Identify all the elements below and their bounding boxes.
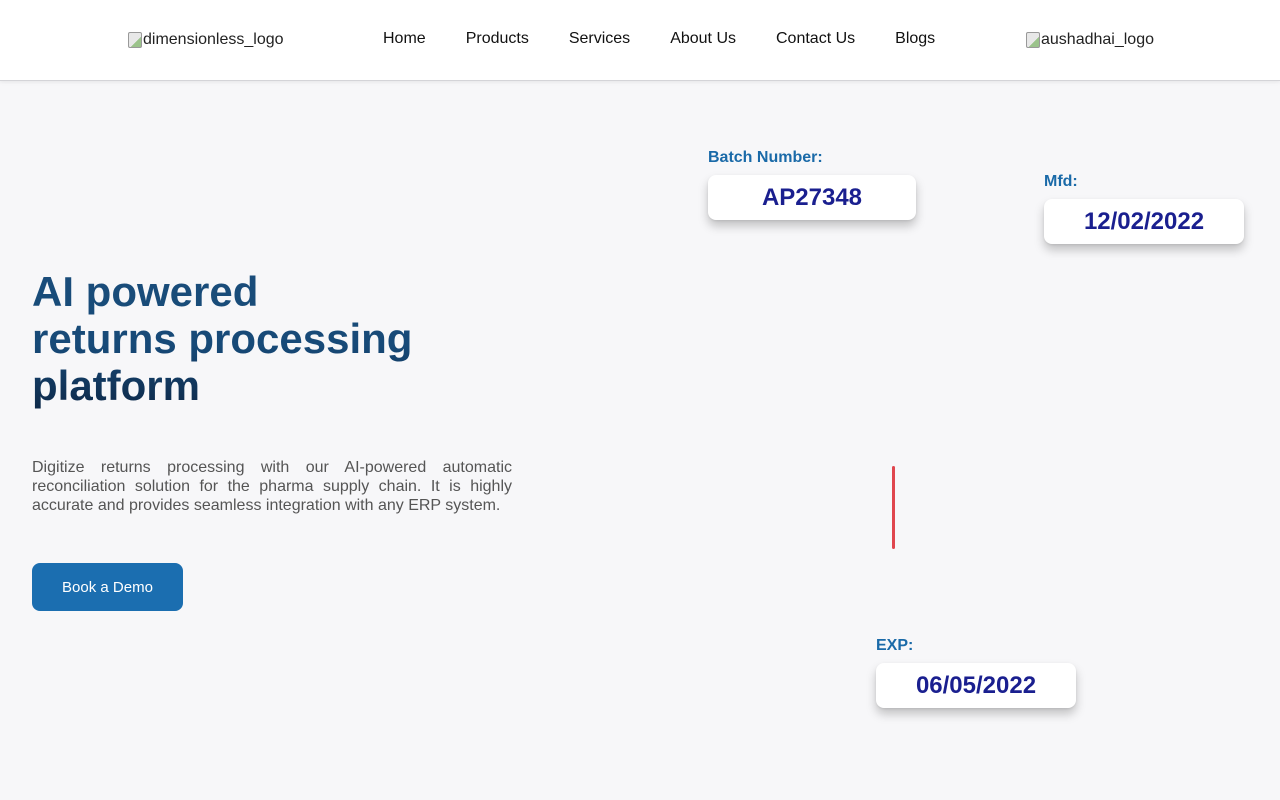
- main-nav: Home Products Services About Us Contact …: [383, 30, 935, 48]
- aushadhai-logo-alt: aushadhai_logo: [1041, 31, 1154, 48]
- dimensionless-logo-alt: dimensionless_logo: [143, 31, 284, 48]
- batch-number-label: Batch Number:: [708, 149, 823, 166]
- book-demo-button[interactable]: Book a Demo: [32, 563, 183, 611]
- scan-line: [892, 466, 895, 549]
- broken-image-icon: [1026, 32, 1040, 48]
- nav-blogs[interactable]: Blogs: [895, 30, 935, 48]
- nav-home[interactable]: Home: [383, 30, 426, 48]
- hero-title-line: AI powered: [32, 268, 259, 315]
- broken-image-icon: [128, 32, 142, 48]
- hero-description: Digitize returns processing with our AI-…: [32, 459, 512, 514]
- nav-products[interactable]: Products: [466, 30, 529, 48]
- site-header: dimensionless_logo Home Products Service…: [0, 0, 1280, 81]
- mfd-card: 12/02/2022: [1044, 199, 1244, 244]
- nav-about-us[interactable]: About Us: [670, 30, 736, 48]
- aushadhai-logo[interactable]: aushadhai_logo: [1026, 31, 1154, 49]
- dimensionless-logo[interactable]: dimensionless_logo: [128, 31, 284, 49]
- nav-services[interactable]: Services: [569, 30, 630, 48]
- exp-label: EXP:: [876, 637, 914, 654]
- hero-title: AI powered returns processing platform: [32, 268, 452, 409]
- batch-number-card: AP27348: [708, 175, 916, 220]
- hero-title-line: returns processing: [32, 315, 413, 362]
- exp-card: 06/05/2022: [876, 663, 1076, 708]
- nav-contact-us[interactable]: Contact Us: [776, 30, 855, 48]
- hero-title-line: platform: [32, 362, 200, 409]
- mfd-label: Mfd:: [1044, 173, 1078, 190]
